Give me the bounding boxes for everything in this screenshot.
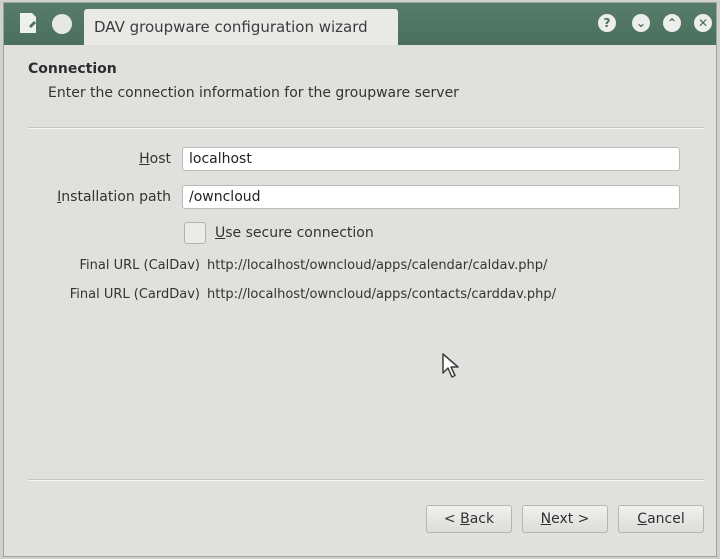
secure-connection-label[interactable]: Use secure connection <box>215 225 374 241</box>
installation-path-label: Installation path <box>57 189 171 205</box>
window-title-tab: DAV groupware configuration wizard <box>84 9 398 45</box>
back-button[interactable]: < Back <box>426 505 512 533</box>
back-button-label: ack <box>469 511 495 527</box>
carddav-url-value: http://localhost/owncloud/apps/contacts/… <box>207 287 557 302</box>
host-label-text: ost <box>149 151 171 167</box>
cancel-button-mnemonic: C <box>637 511 648 527</box>
host-input[interactable] <box>182 147 680 171</box>
wizard-window: DAV groupware configuration wizard ? ⌄ ⌃… <box>3 2 717 557</box>
next-button[interactable]: Next > <box>522 505 608 533</box>
next-button-label: ext > <box>551 511 590 527</box>
close-icon[interactable]: ✕ <box>694 14 712 32</box>
cancel-button-label: ancel <box>647 511 685 527</box>
page-title: Connection <box>28 61 117 77</box>
secure-connection-checkbox[interactable] <box>184 222 206 244</box>
back-button-mnemonic: B <box>460 511 470 527</box>
cancel-button[interactable]: Cancel <box>618 505 704 533</box>
page-header: Connection Enter the connection informat… <box>4 45 716 125</box>
maximize-icon[interactable]: ⌃ <box>663 14 681 32</box>
window-title: DAV groupware configuration wizard <box>94 18 368 36</box>
header-divider <box>28 127 704 129</box>
next-button-mnemonic: N <box>540 511 552 527</box>
document-icon[interactable] <box>18 12 38 34</box>
title-bar[interactable]: DAV groupware configuration wizard ? ⌄ ⌃… <box>4 3 716 45</box>
minimize-icon[interactable]: ⌄ <box>632 14 650 32</box>
help-icon[interactable]: ? <box>598 14 616 32</box>
page-subtitle: Enter the connection information for the… <box>48 85 459 101</box>
mouse-pointer-icon <box>442 353 459 378</box>
back-button-arrow: < <box>443 511 461 527</box>
secure-connection-label-mnemonic: U <box>215 225 226 241</box>
caldav-url-label: Final URL (CalDav) <box>79 258 201 273</box>
installation-path-input[interactable] <box>182 185 680 209</box>
carddav-url-label: Final URL (CardDav) <box>69 287 200 302</box>
footer-divider <box>28 479 704 481</box>
window-menu-icon[interactable] <box>52 14 72 34</box>
installation-path-label-text: nstallation path <box>61 189 171 205</box>
host-label: Host <box>139 151 171 167</box>
caldav-url-value: http://localhost/owncloud/apps/calendar/… <box>207 258 548 273</box>
host-label-mnemonic: H <box>139 151 150 167</box>
secure-connection-label-text: se secure connection <box>225 225 374 241</box>
